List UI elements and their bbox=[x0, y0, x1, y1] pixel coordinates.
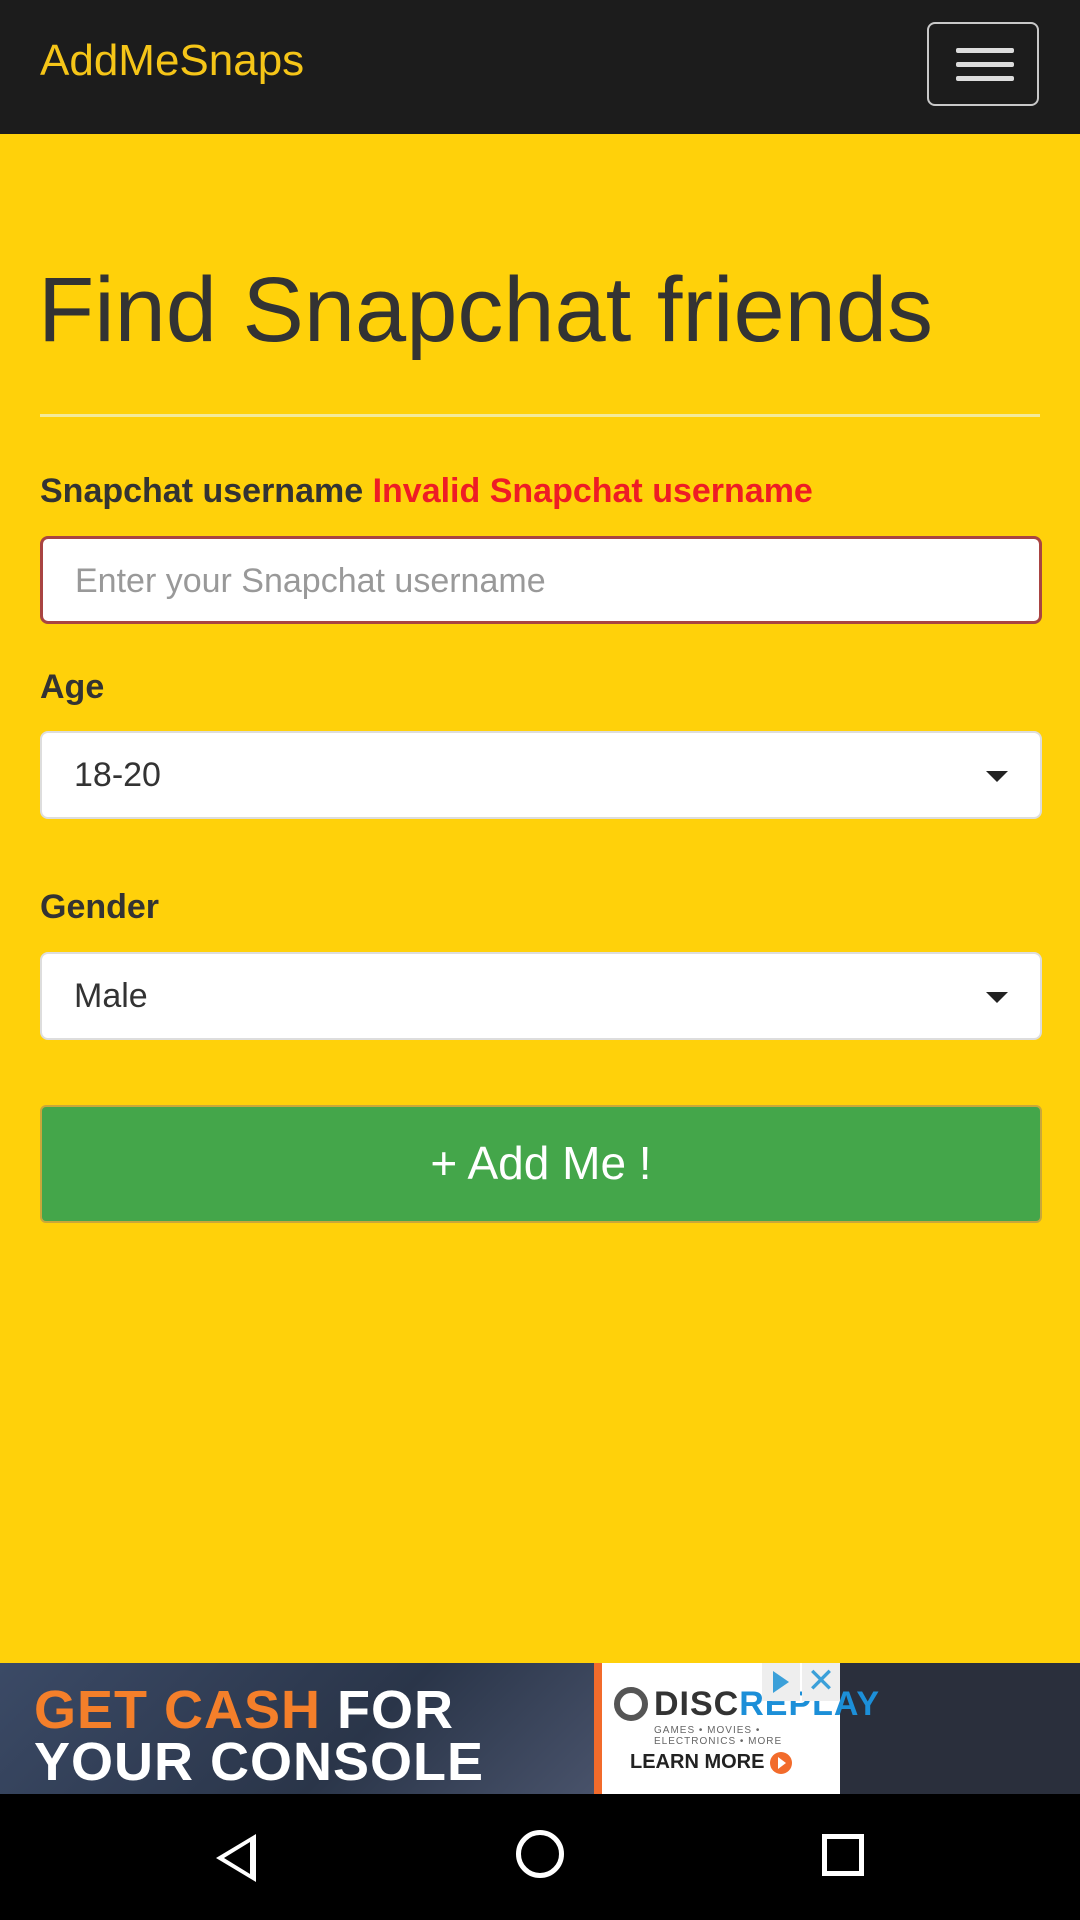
system-navigation-bar bbox=[0, 1794, 1080, 1920]
ad-stripe bbox=[594, 1663, 602, 1794]
divider bbox=[40, 414, 1040, 417]
top-navbar: AddMeSnaps bbox=[0, 0, 1080, 134]
ad-banner[interactable]: GET CASH FOR YOUR CONSOLE DISCREPLAY GAM… bbox=[0, 1663, 1080, 1794]
ad-headline-line2: YOUR CONSOLE bbox=[34, 1732, 485, 1792]
back-icon[interactable] bbox=[216, 1834, 256, 1882]
gender-label: Gender bbox=[40, 888, 160, 926]
username-label: Snapchat username Invalid Snapchat usern… bbox=[40, 472, 813, 511]
ad-tagline: GAMES • MOVIES • ELECTRONICS • MORE bbox=[654, 1725, 783, 1747]
disc-logo-icon bbox=[614, 1687, 648, 1721]
hamburger-icon-bar bbox=[956, 62, 1014, 67]
play-icon bbox=[770, 1751, 793, 1774]
recents-icon[interactable] bbox=[822, 1834, 864, 1876]
username-input[interactable] bbox=[73, 539, 977, 623]
age-select[interactable]: 18-20 bbox=[40, 731, 1042, 819]
ad-brand-part1: DISC bbox=[654, 1685, 740, 1723]
home-icon[interactable] bbox=[516, 1830, 564, 1878]
gender-select-value: Male bbox=[74, 977, 148, 1015]
chevron-down-icon bbox=[986, 771, 1008, 782]
menu-toggle-button[interactable] bbox=[927, 22, 1039, 106]
username-error-text: Invalid Snapchat username bbox=[372, 472, 813, 510]
close-icon[interactable]: ✕ bbox=[802, 1663, 840, 1701]
adchoices-icon[interactable] bbox=[762, 1663, 800, 1701]
hamburger-icon bbox=[956, 48, 1014, 53]
username-field[interactable] bbox=[40, 536, 1042, 624]
ad-image[interactable]: GET CASH FOR YOUR CONSOLE bbox=[0, 1663, 594, 1794]
gender-select[interactable]: Male bbox=[40, 952, 1042, 1040]
hamburger-icon-bar bbox=[956, 76, 1014, 81]
page-title: Find Snapchat friends bbox=[38, 259, 933, 361]
username-label-text: Snapchat username bbox=[40, 472, 364, 510]
age-select-value: 18-20 bbox=[74, 756, 161, 794]
age-label: Age bbox=[40, 668, 105, 706]
ad-learn-more-label: LEARN MORE bbox=[630, 1751, 765, 1773]
chevron-down-icon bbox=[986, 992, 1008, 1003]
add-me-button[interactable]: + Add Me ! bbox=[40, 1105, 1042, 1223]
ad-learn-more-button[interactable]: LEARN MORE bbox=[630, 1751, 793, 1774]
brand-logo[interactable]: AddMeSnaps bbox=[40, 30, 304, 92]
